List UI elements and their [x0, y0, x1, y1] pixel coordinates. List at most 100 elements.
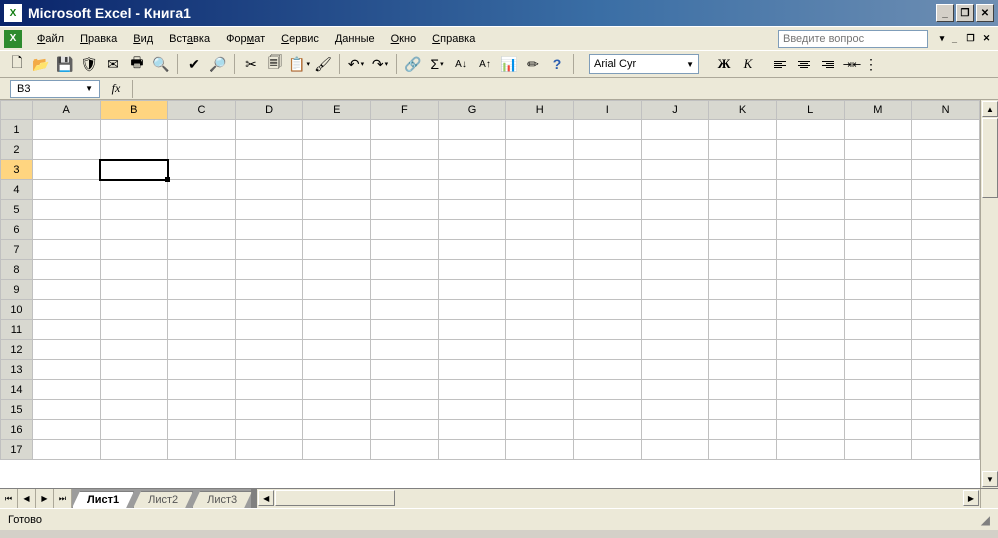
- cell[interactable]: [303, 280, 371, 300]
- cell[interactable]: [844, 300, 912, 320]
- cell[interactable]: [371, 320, 439, 340]
- cell[interactable]: [32, 240, 100, 260]
- cell[interactable]: [235, 160, 303, 180]
- cell[interactable]: [844, 120, 912, 140]
- cell[interactable]: [303, 240, 371, 260]
- cell[interactable]: [100, 420, 168, 440]
- column-header[interactable]: N: [912, 101, 980, 120]
- redo-icon[interactable]: ↷▾: [369, 53, 391, 75]
- cell[interactable]: [235, 320, 303, 340]
- cell[interactable]: [776, 380, 844, 400]
- cell[interactable]: [371, 240, 439, 260]
- cell[interactable]: [641, 260, 709, 280]
- cell[interactable]: [303, 260, 371, 280]
- cell[interactable]: [168, 400, 236, 420]
- cell[interactable]: [168, 220, 236, 240]
- cell[interactable]: [32, 220, 100, 240]
- horizontal-scrollbar[interactable]: ◀ ▶: [257, 489, 980, 508]
- help-search-input[interactable]: [778, 30, 928, 48]
- cell[interactable]: [371, 260, 439, 280]
- cell[interactable]: [641, 320, 709, 340]
- cell[interactable]: [912, 240, 980, 260]
- row-header[interactable]: 2: [1, 140, 33, 160]
- row-header[interactable]: 17: [1, 440, 33, 460]
- undo-icon[interactable]: ↶▾: [345, 53, 367, 75]
- vertical-scrollbar[interactable]: ▲ ▼: [980, 100, 998, 488]
- cell[interactable]: [235, 120, 303, 140]
- cell[interactable]: [303, 380, 371, 400]
- doc-close-button[interactable]: ✕: [979, 31, 994, 46]
- column-header[interactable]: C: [168, 101, 236, 120]
- cell[interactable]: [776, 260, 844, 280]
- column-header[interactable]: A: [32, 101, 100, 120]
- cell[interactable]: [506, 420, 574, 440]
- cell[interactable]: [100, 380, 168, 400]
- cell[interactable]: [168, 320, 236, 340]
- toolbar-overflow-icon[interactable]: ⋮: [865, 53, 877, 75]
- cell[interactable]: [371, 120, 439, 140]
- cell[interactable]: [506, 260, 574, 280]
- cell[interactable]: [235, 400, 303, 420]
- cell[interactable]: [574, 340, 642, 360]
- cell[interactable]: [776, 200, 844, 220]
- menu-format[interactable]: Формат: [219, 30, 272, 48]
- cell[interactable]: [32, 420, 100, 440]
- cell[interactable]: [371, 180, 439, 200]
- formula-input[interactable]: [132, 80, 998, 98]
- cell[interactable]: [641, 160, 709, 180]
- cell[interactable]: [912, 200, 980, 220]
- cell[interactable]: [235, 420, 303, 440]
- cell[interactable]: [641, 400, 709, 420]
- cell[interactable]: [100, 140, 168, 160]
- cell[interactable]: [303, 140, 371, 160]
- cell[interactable]: [438, 420, 506, 440]
- align-right-button[interactable]: [817, 53, 839, 75]
- cell[interactable]: [32, 280, 100, 300]
- cell[interactable]: [776, 280, 844, 300]
- cell[interactable]: [100, 400, 168, 420]
- cell[interactable]: [641, 200, 709, 220]
- permissions-icon[interactable]: 🛡: [78, 53, 100, 75]
- bold-button[interactable]: Ж: [713, 53, 735, 75]
- cell[interactable]: [100, 340, 168, 360]
- cell[interactable]: [303, 200, 371, 220]
- row-header[interactable]: 10: [1, 300, 33, 320]
- cell[interactable]: [303, 420, 371, 440]
- cell[interactable]: [303, 440, 371, 460]
- cell[interactable]: [235, 360, 303, 380]
- row-header[interactable]: 13: [1, 360, 33, 380]
- cell[interactable]: [912, 360, 980, 380]
- fx-icon[interactable]: fx: [100, 81, 132, 96]
- cell[interactable]: [912, 340, 980, 360]
- cell[interactable]: [709, 320, 777, 340]
- print-preview-icon[interactable]: 🔍: [150, 53, 172, 75]
- cell[interactable]: [506, 300, 574, 320]
- cell[interactable]: [32, 340, 100, 360]
- cell[interactable]: [844, 420, 912, 440]
- cell[interactable]: [776, 420, 844, 440]
- scroll-track[interactable]: [981, 118, 998, 470]
- cell[interactable]: [709, 240, 777, 260]
- cell[interactable]: [438, 380, 506, 400]
- cell[interactable]: [912, 140, 980, 160]
- minimize-button[interactable]: _: [936, 4, 954, 22]
- scroll-thumb[interactable]: [982, 118, 998, 198]
- cell[interactable]: [168, 160, 236, 180]
- menu-insert[interactable]: Вставка: [162, 30, 217, 48]
- cell[interactable]: [100, 180, 168, 200]
- cell[interactable]: [912, 160, 980, 180]
- cell[interactable]: [912, 300, 980, 320]
- cell[interactable]: [371, 420, 439, 440]
- cell[interactable]: [32, 160, 100, 180]
- cell[interactable]: [574, 300, 642, 320]
- row-header[interactable]: 7: [1, 240, 33, 260]
- cell[interactable]: [303, 400, 371, 420]
- cell[interactable]: [844, 380, 912, 400]
- spellcheck-icon[interactable]: ✔: [183, 53, 205, 75]
- cell[interactable]: [912, 440, 980, 460]
- sort-asc-icon[interactable]: A↓: [450, 53, 472, 75]
- cell[interactable]: [506, 140, 574, 160]
- cell[interactable]: [168, 120, 236, 140]
- cell[interactable]: [168, 360, 236, 380]
- cell[interactable]: [235, 240, 303, 260]
